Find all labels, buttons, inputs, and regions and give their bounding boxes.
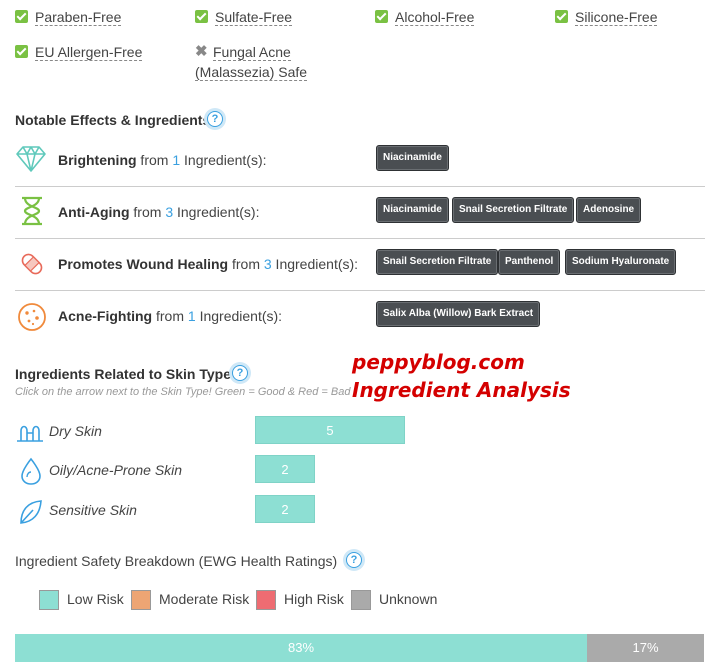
check-icon — [15, 10, 28, 23]
check-icon — [375, 10, 388, 23]
free-from-item-silicone: Silicone-Free — [555, 7, 658, 27]
free-from-item-paraben: Paraben-Free — [15, 7, 122, 27]
skin-types-title: Ingredients Related to Skin Types — [15, 366, 239, 382]
free-from-label: Silicone-Free — [575, 9, 658, 26]
safety-segment-unknown: 17% — [587, 634, 704, 662]
skin-type-label[interactable]: Oily/Acne-Prone Skin — [49, 462, 182, 478]
free-from-item-alcohol: Alcohol-Free — [375, 7, 475, 27]
safety-segment-low-risk: 83% — [15, 634, 587, 662]
help-icon[interactable]: ? — [204, 108, 226, 130]
help-icon[interactable]: ? — [343, 549, 365, 571]
legend-label: Moderate Risk — [159, 591, 250, 607]
effect-row-brightening: Brightening from 1 Ingredient(s): Niacin… — [15, 134, 705, 187]
safety-title: Ingredient Safety Breakdown (EWG Health … — [15, 553, 338, 569]
diamond-icon — [16, 146, 46, 172]
ingredient-tag[interactable]: Snail Secretion Filtrate — [376, 249, 499, 275]
skin-type-bar: 2 — [255, 455, 315, 483]
check-icon — [15, 45, 28, 58]
skin-type-bar: 2 — [255, 495, 315, 523]
free-from-label: Sulfate-Free — [215, 9, 293, 26]
free-from-label: EU Allergen-Free — [35, 44, 143, 61]
effect-description: Anti-Aging from 3 Ingredient(s): — [58, 204, 260, 220]
legend-swatch-moderate-risk — [131, 590, 151, 610]
legend-swatch-high-risk — [256, 590, 276, 610]
legend-label: Low Risk — [67, 591, 124, 607]
ingredient-tag[interactable]: Niacinamide — [376, 145, 449, 171]
ingredient-tag[interactable]: Niacinamide — [376, 197, 449, 223]
ingredient-tag[interactable]: Snail Secretion Filtrate — [452, 197, 575, 223]
skin-type-label[interactable]: Sensitive Skin — [49, 502, 137, 518]
legend-label: Unknown — [379, 591, 438, 607]
notable-effects-title: Notable Effects & Ingredients — [15, 112, 211, 128]
ingredient-tag[interactable]: Salix Alba (Willow) Bark Extract — [376, 301, 541, 327]
ingredient-tag[interactable]: Adenosine — [576, 197, 642, 223]
free-from-label: Fungal Acne — [213, 44, 291, 61]
free-from-label: Alcohol-Free — [395, 9, 475, 26]
legend-swatch-unknown — [351, 590, 371, 610]
skin-type-label[interactable]: Dry Skin — [49, 423, 102, 439]
skin-type-bar: 5 — [255, 416, 405, 444]
effect-description: Promotes Wound Healing from 3 Ingredient… — [58, 256, 359, 272]
free-from-label: Paraben-Free — [35, 9, 122, 26]
acne-icon — [18, 303, 46, 331]
effect-row-anti-aging: Anti-Aging from 3 Ingredient(s): Niacina… — [15, 186, 705, 239]
watermark-line-2: Ingredient Analysis — [352, 378, 571, 402]
skin-types-hint: Click on the arrow next to the Skin Type… — [15, 386, 351, 398]
effect-description: Brightening from 1 Ingredient(s): — [58, 152, 267, 168]
hourglass-icon — [22, 196, 42, 226]
safety-breakdown-bar: 83% 17% — [15, 634, 704, 662]
free-from-item-fungal-acne: ✖ Fungal Acne (Malassezia) Safe — [195, 42, 308, 82]
check-icon — [555, 10, 568, 23]
help-icon[interactable]: ? — [229, 362, 251, 384]
ingredient-tag[interactable]: Sodium Hyaluronate — [565, 249, 677, 275]
dry-skin-icon — [17, 425, 43, 442]
legend-swatch-low-risk — [39, 590, 59, 610]
effect-description: Acne-Fighting from 1 Ingredient(s): — [58, 308, 283, 324]
watermark-line-1: peppyblog.com — [352, 350, 525, 374]
free-from-item-sulfate: Sulfate-Free — [195, 7, 293, 27]
oily-skin-icon — [21, 457, 41, 485]
ingredient-tag[interactable]: Panthenol — [498, 249, 561, 275]
bandage-icon — [21, 253, 43, 275]
check-icon — [195, 10, 208, 23]
effect-row-acne-fighting: Acne-Fighting from 1 Ingredient(s): Sali… — [15, 290, 705, 342]
free-from-label: (Malassezia) Safe — [195, 64, 308, 81]
free-from-item-eu-allergen: EU Allergen-Free — [15, 42, 143, 62]
sensitive-skin-icon — [20, 500, 42, 524]
legend-label: High Risk — [284, 591, 344, 607]
effect-row-wound-healing: Promotes Wound Healing from 3 Ingredient… — [15, 238, 705, 291]
cross-icon: ✖ — [195, 43, 208, 60]
